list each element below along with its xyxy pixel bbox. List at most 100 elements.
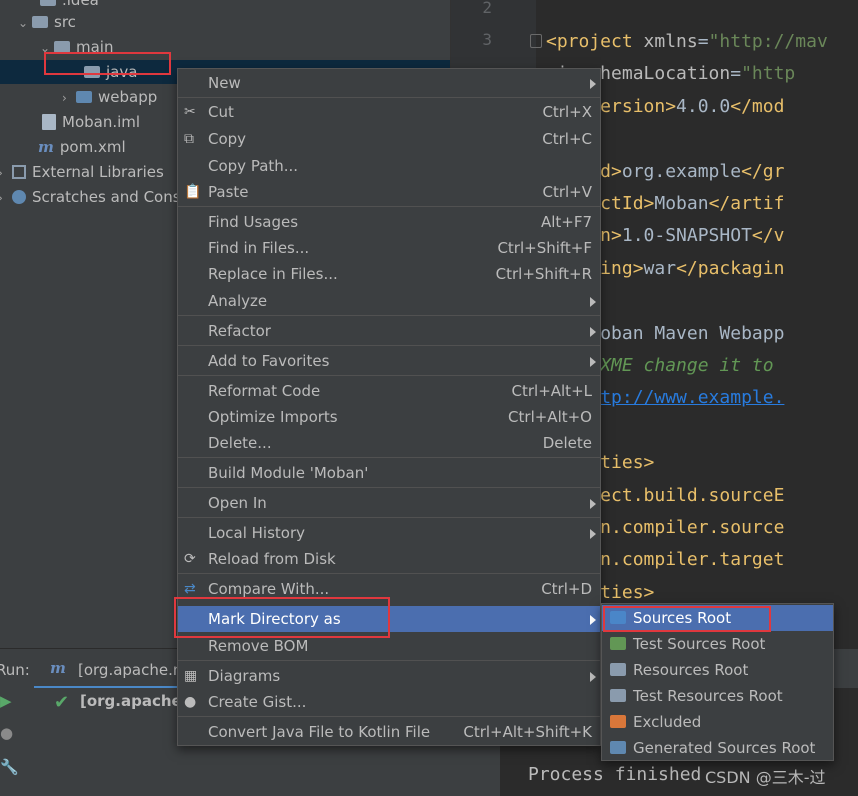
menu-item-shortcut: Ctrl+Shift+R — [495, 265, 592, 283]
menu-item-label: Reformat Code — [208, 382, 321, 400]
tree-item-label: webapp — [98, 88, 158, 106]
submenu-item-excluded[interactable]: Excluded — [602, 709, 833, 735]
submenu-arrow-icon — [590, 499, 596, 509]
menu-item-shortcut: Ctrl+V — [542, 183, 592, 201]
menu-item-label: Open In — [208, 494, 267, 512]
folder-icon — [610, 741, 626, 754]
menu-item-shortcut: Delete — [542, 434, 592, 452]
menu-separator — [178, 345, 600, 346]
maven-icon: m — [50, 659, 66, 677]
menu-item-create-gist[interactable]: ● Create Gist... — [178, 689, 600, 715]
folder-icon — [610, 689, 626, 702]
submenu-item-resources-root[interactable]: Resources Root — [602, 657, 833, 683]
menu-item-optimize-imports[interactable]: Optimize Imports Ctrl+Alt+O — [178, 404, 600, 430]
menu-item-find-in-files[interactable]: Find in Files... Ctrl+Shift+F — [178, 235, 600, 261]
menu-item-analyze[interactable]: Analyze — [178, 288, 600, 314]
menu-item-cut[interactable]: ✂ Cut Ctrl+X — [178, 99, 600, 125]
menu-item-open-in[interactable]: Open In — [178, 490, 600, 516]
submenu-item-label: Test Sources Root — [633, 635, 766, 653]
code-token: <project — [546, 31, 633, 52]
code-token: </packagin — [676, 257, 785, 279]
code-token: </artif — [708, 193, 785, 214]
menu-item-refactor[interactable]: Refactor — [178, 318, 600, 344]
menu-item-copy[interactable]: ⧉ Copy Ctrl+C — [178, 126, 600, 152]
submenu-item-label: Excluded — [633, 713, 702, 731]
menu-item-shortcut: Ctrl+Alt+O — [508, 408, 592, 426]
code-token: 1.0-SNAPSHOT — [621, 225, 752, 247]
menu-item-label: Copy Path... — [208, 157, 299, 175]
line-number: 2 — [482, 0, 492, 17]
menu-item-replace-in-files[interactable]: Replace in Files... Ctrl+Shift+R — [178, 261, 600, 287]
menu-item-label: Reload from Disk — [208, 550, 336, 568]
code-line: <project xmlns="http://mav — [546, 30, 828, 54]
menu-item-label: New — [208, 74, 241, 92]
compare-icon: ⇄ — [184, 581, 196, 597]
menu-item-copy-path[interactable]: Copy Path... — [178, 153, 600, 179]
menu-item-diagrams[interactable]: ▦ Diagrams — [178, 663, 600, 689]
tree-item-label: External Libraries — [32, 163, 164, 181]
run-tab[interactable]: [org.apache.n — [78, 661, 182, 679]
submenu-item-test-sources-root[interactable]: Test Sources Root — [602, 631, 833, 657]
menu-separator — [178, 517, 600, 518]
chevron-right-icon[interactable]: › — [62, 86, 76, 110]
console-output: Process finished — [528, 764, 702, 785]
code-token: Moban Maven Webapp — [589, 322, 785, 344]
code-token: </mod — [730, 95, 785, 117]
menu-item-reformat-code[interactable]: Reformat Code Ctrl+Alt+L — [178, 378, 600, 404]
submenu-arrow-icon — [590, 327, 596, 337]
code-token: war — [643, 257, 677, 279]
menu-item-find-usages[interactable]: Find Usages Alt+F7 — [178, 209, 600, 235]
maven-icon: m — [38, 138, 54, 156]
submenu-arrow-icon — [590, 529, 596, 539]
menu-item-local-history[interactable]: Local History — [178, 520, 600, 546]
tree-item-scratches[interactable]: › Scratches and Cons — [0, 185, 181, 209]
rerun-icon[interactable]: ▶ — [0, 692, 12, 710]
menu-item-reload-from-disk[interactable]: ⟳ Reload from Disk — [178, 546, 600, 572]
tree-item-pom-xml[interactable]: m pom.xml — [38, 135, 126, 159]
wrench-icon[interactable]: 🔧 — [0, 758, 19, 776]
folder-icon — [32, 16, 48, 28]
folder-icon — [610, 663, 626, 676]
paste-icon: 📋 — [184, 184, 202, 200]
submenu-item-test-resources-root[interactable]: Test Resources Root — [602, 683, 833, 709]
menu-item-shortcut: Ctrl+Shift+F — [497, 239, 592, 257]
tree-item-label: Scratches and Cons — [32, 188, 181, 206]
tree-item-external-libraries[interactable]: › External Libraries — [0, 160, 164, 184]
scratches-icon — [12, 190, 26, 204]
menu-item-new[interactable]: New — [178, 70, 600, 96]
tree-item-webapp[interactable]: › webapp — [62, 85, 157, 109]
menu-item-label: Diagrams — [208, 667, 281, 685]
scissors-icon: ✂ — [184, 104, 196, 120]
menu-item-shortcut: Ctrl+C — [542, 130, 592, 148]
submenu-arrow-icon — [590, 357, 596, 367]
chevron-right-icon[interactable]: › — [0, 186, 12, 210]
code-token: xmlns — [632, 31, 698, 52]
chevron-down-icon[interactable]: ⌄ — [18, 11, 32, 35]
menu-item-shortcut: Ctrl+D — [541, 580, 592, 598]
submenu-item-generated-sources-root[interactable]: Generated Sources Root — [602, 735, 833, 761]
menu-item-label: Local History — [208, 524, 306, 542]
menu-item-add-to-favorites[interactable]: Add to Favorites — [178, 348, 600, 374]
menu-item-label: Analyze — [208, 292, 268, 310]
run-tree-item[interactable]: [org.apache. — [80, 692, 187, 710]
submenu-arrow-icon — [590, 297, 596, 307]
copy-icon: ⧉ — [184, 131, 194, 147]
menu-separator — [178, 457, 600, 458]
tree-item-src[interactable]: ⌄ src — [18, 10, 76, 34]
code-token: 4.0.0 — [676, 95, 731, 117]
annotation-box-mark-directory — [174, 597, 390, 638]
menu-item-paste[interactable]: 📋 Paste Ctrl+V — [178, 179, 600, 205]
menu-item-build-module-moban[interactable]: Build Module 'Moban' — [178, 460, 600, 486]
chevron-right-icon[interactable]: › — [0, 161, 12, 185]
stop-icon[interactable]: ● — [0, 724, 13, 742]
submenu-item-label: Resources Root — [633, 661, 749, 679]
menu-item-label: Copy — [208, 130, 247, 148]
menu-separator — [178, 206, 600, 207]
menu-item-convert-java-file-to-kotlin-file[interactable]: Convert Java File to Kotlin File Ctrl+Alt… — [178, 719, 600, 745]
tree-item-moban-iml[interactable]: Moban.iml — [42, 110, 140, 134]
code-token: </v — [751, 225, 785, 247]
menu-item-delete[interactable]: Delete... Delete — [178, 430, 600, 456]
menu-item-shortcut: Ctrl+Alt+Shift+K — [463, 723, 592, 741]
code-token: org.example — [621, 160, 742, 182]
submenu-arrow-icon — [590, 672, 596, 682]
